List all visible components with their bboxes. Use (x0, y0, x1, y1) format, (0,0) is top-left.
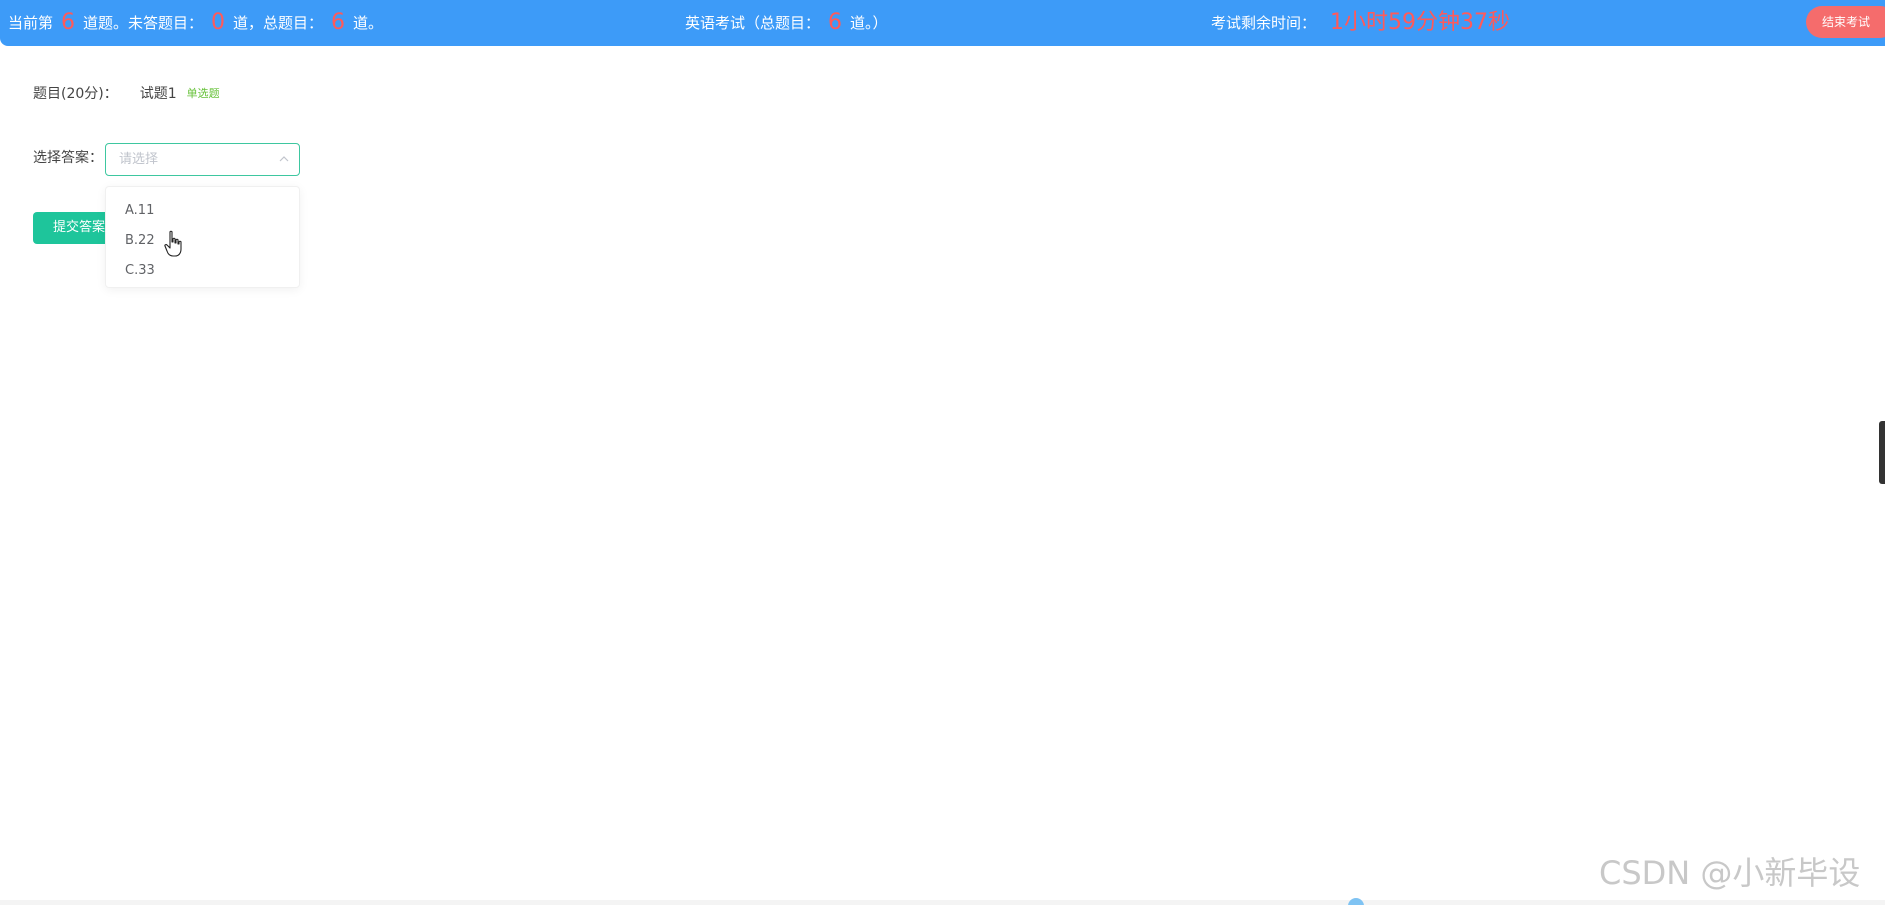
total-question-count: 6 (331, 10, 346, 35)
exam-suffix: 道。） (850, 14, 888, 32)
answer-options-dropdown: A.11 B.22 C.33 (105, 186, 300, 288)
question-type-tag: 单选题 (186, 87, 220, 100)
time-label: 考试剩余时间： (1211, 14, 1317, 32)
question-title: 试题1 (139, 86, 177, 102)
option-c[interactable]: C.33 (106, 256, 299, 286)
exam-title: 英语考试（总题目： 6 道。） (685, 0, 888, 46)
progress-mid2: 道，总题目： (233, 14, 324, 32)
select-placeholder: 请选择 (119, 152, 159, 167)
countdown-timer: 1小时59分钟37秒 (1330, 10, 1511, 35)
option-b[interactable]: B.22 (106, 226, 299, 256)
side-scroll-handle[interactable] (1879, 421, 1885, 484)
progress-suffix: 道。 (353, 14, 384, 32)
exam-name: 英语考试（总题目： (685, 14, 821, 32)
question-score-label: 题目(20分)： (33, 86, 118, 102)
csdn-watermark: CSDN @小新毕设 (1599, 854, 1861, 892)
progress-info: 当前第 6 道题。未答题目： 0 道，总题目： 6 道。 (8, 0, 383, 46)
question-header: 题目(20分)： 试题1 单选题 (33, 84, 220, 104)
exam-header-bar: 当前第 6 道题。未答题目： 0 道，总题目： 6 道。 英语考试（总题目： 6 道。） 考试剩… (0, 0, 1885, 46)
exam-total-count: 6 (828, 10, 843, 35)
answer-select[interactable]: 请选择 (105, 143, 300, 176)
progress-prefix: 当前第 (8, 14, 54, 32)
option-a[interactable]: A.11 (106, 196, 299, 226)
exam-page: 当前第 6 道题。未答题目： 0 道，总题目： 6 道。 英语考试（总题目： 6 道。） 考试剩… (0, 0, 1885, 905)
chevron-up-icon (279, 156, 289, 162)
cursor-hand-icon (164, 230, 182, 257)
unanswered-count: 0 (211, 10, 226, 35)
answer-label: 选择答案： (33, 150, 103, 166)
bottom-strip (0, 900, 1885, 905)
progress-mid: 道题。未答题目： (83, 14, 204, 32)
end-exam-button[interactable]: 结束考试 (1806, 6, 1885, 38)
current-question-number: 6 (61, 10, 76, 35)
time-remaining-info: 考试剩余时间： 1小时59分钟37秒 (1211, 0, 1510, 46)
